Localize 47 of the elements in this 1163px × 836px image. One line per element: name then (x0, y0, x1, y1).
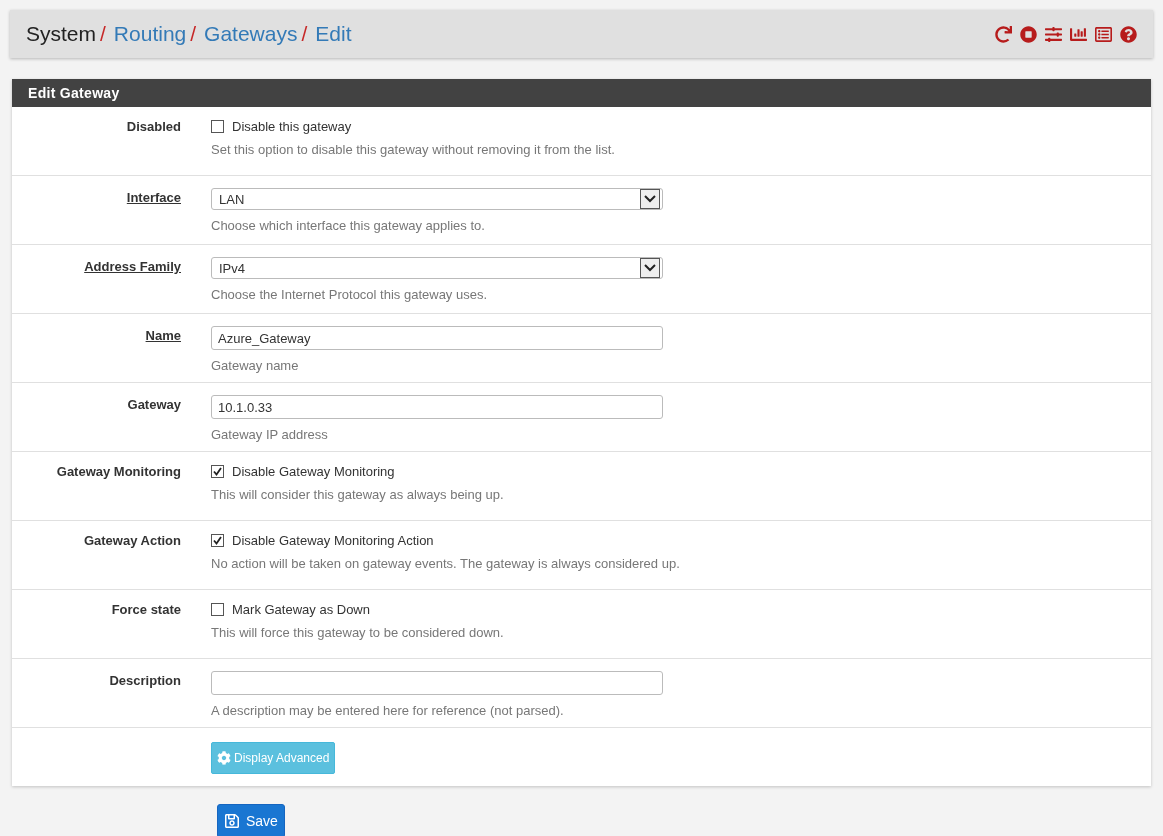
caret-icon (644, 264, 656, 272)
list-icon[interactable] (1095, 25, 1112, 43)
field-label: Name (145, 327, 181, 345)
save-icon (224, 813, 240, 829)
sliders-icon[interactable] (1045, 25, 1062, 43)
bar-chart-icon[interactable] (1070, 25, 1087, 43)
field-label: Gateway Action (83, 533, 181, 550)
field-label: Gateway Monitoring (56, 464, 181, 481)
help-text: Choose the Internet Protocol this gateway uses. (211, 287, 488, 302)
checkbox-option[interactable]: Mark Gateway as Down (211, 602, 370, 617)
breadcrumb-separator: / (301, 22, 308, 46)
help-text: Choose which interface this gateway applies to. (211, 218, 485, 233)
panel-title: Edit Gateway (12, 79, 1151, 107)
help-text: Set this option to disable this gateway without removing it from the list. (211, 142, 615, 157)
help-text: Gateway name (211, 358, 299, 373)
input-field[interactable]: Azure_Gateway (211, 326, 663, 350)
field-label: Interface (126, 189, 181, 207)
select-field[interactable]: LAN (211, 188, 663, 210)
caret-icon (644, 195, 656, 203)
save-button[interactable]: Save (217, 804, 285, 836)
field-label: Address Family (84, 258, 181, 276)
help-text: No action will be taken on gateway events. The gateway is always considered up. (211, 556, 680, 571)
input-field[interactable] (211, 671, 663, 695)
select-field[interactable]: IPv4 (211, 257, 663, 279)
help-text: Gateway IP address (211, 427, 328, 442)
field-label: Description (109, 672, 181, 690)
help-text: This will force this gateway to be considered down. (211, 625, 504, 640)
gear-icon (217, 751, 231, 765)
checkbox[interactable] (211, 120, 224, 133)
checkbox[interactable] (211, 465, 224, 478)
breadcrumb-separator: / (100, 22, 106, 46)
field-label: Force state (111, 602, 181, 619)
checkbox-option[interactable]: Disable Gateway Monitoring Action (211, 533, 434, 548)
field-label: Disabled (126, 119, 181, 136)
help-text: A description may be entered here for reference (not parsed). (211, 703, 564, 718)
checkbox-option[interactable]: Disable Gateway Monitoring (211, 464, 395, 479)
checkbox[interactable] (211, 534, 224, 547)
breadcrumb-separator: / (190, 22, 197, 46)
checkbox[interactable] (211, 603, 224, 616)
breadcrumb-title: System (26, 22, 96, 46)
reload-icon[interactable] (995, 25, 1012, 43)
help-icon[interactable] (1120, 25, 1137, 43)
input-field[interactable]: 10.1.0.33 (211, 395, 663, 419)
stop-icon[interactable] (1020, 25, 1037, 43)
field-label: Gateway (127, 396, 181, 414)
help-text: This will consider this gateway as always being up. (211, 487, 504, 502)
checkbox-option[interactable]: Disable this gateway (211, 119, 352, 134)
